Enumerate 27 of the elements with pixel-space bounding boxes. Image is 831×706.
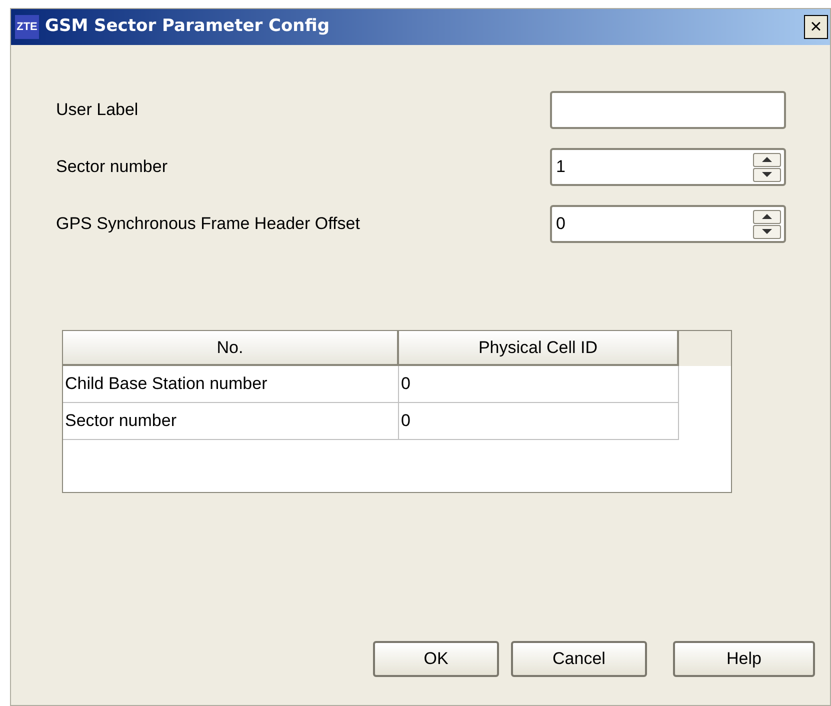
field-label: User Label [56, 99, 138, 122]
dialog-button[interactable]: Help [673, 641, 815, 677]
header-filler [679, 331, 731, 366]
spin-down-button[interactable] [753, 168, 781, 182]
up-arrow-icon [762, 214, 772, 219]
column-header[interactable]: Physical Cell ID [399, 331, 679, 366]
field-label: Sector number [56, 156, 168, 178]
table-cell: Child Base Station number [63, 366, 399, 403]
input-field[interactable] [550, 91, 786, 129]
down-arrow-icon [762, 172, 772, 177]
spinner-field[interactable]: 1 [550, 148, 786, 186]
table-cell: 0 [399, 403, 679, 440]
window-title: GSM Sector Parameter Config [45, 15, 330, 38]
spin-up-button[interactable] [753, 210, 781, 224]
dialog-button[interactable]: Cancel [511, 641, 647, 677]
field-label: GPS Synchronous Frame Header Offset [56, 213, 360, 236]
up-arrow-icon [762, 157, 772, 162]
close-button[interactable]: × [804, 15, 828, 39]
spin-up-button[interactable] [753, 152, 781, 166]
spin-down-button[interactable] [753, 224, 781, 238]
down-arrow-icon [762, 229, 772, 234]
table-cell: 0 [399, 366, 679, 403]
spinner-field[interactable]: 0 [550, 205, 786, 243]
app-logo: ZTE [15, 15, 39, 39]
dialog-button[interactable]: OK [373, 641, 499, 677]
table-cell: Sector number [63, 403, 399, 440]
column-header[interactable]: No. [63, 331, 399, 366]
